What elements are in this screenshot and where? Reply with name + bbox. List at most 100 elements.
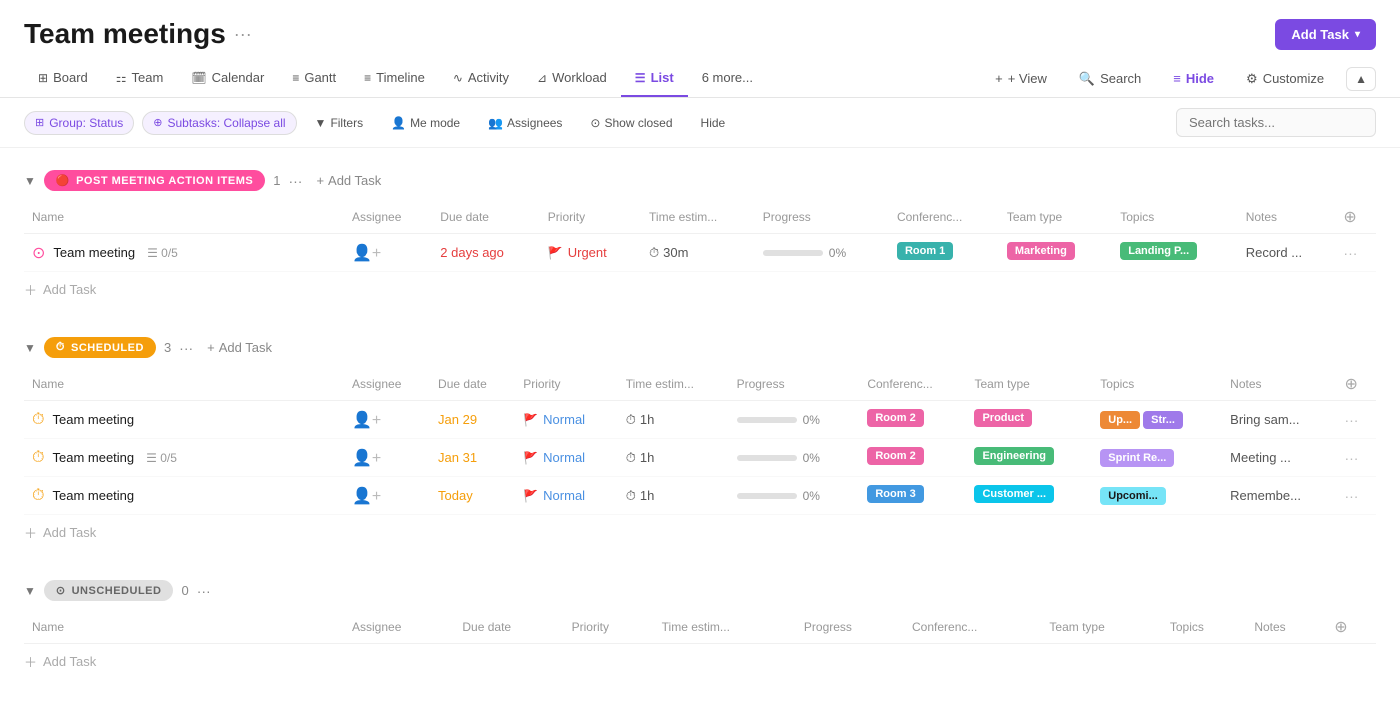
due-date: 2 days ago xyxy=(440,245,504,260)
hourglass-icon: ⏱ xyxy=(626,488,636,504)
assignee-button[interactable]: 👤+ xyxy=(352,245,381,262)
tab-timeline[interactable]: ≡ Timeline xyxy=(350,60,439,97)
group-status-chip[interactable]: ⊞ Group: Status xyxy=(24,111,134,135)
page-title-menu[interactable]: ··· xyxy=(234,24,252,45)
show-closed-button[interactable]: ⊙ Show closed xyxy=(580,112,682,134)
plus-icon: + xyxy=(995,71,1003,86)
task-status-icon[interactable]: ⊙ xyxy=(32,243,45,263)
task-status-icon[interactable]: ⏱ xyxy=(32,449,44,467)
col-topics-u: Topics xyxy=(1162,611,1246,644)
section-dots-unscheduled[interactable]: ··· xyxy=(197,583,211,599)
timeline-icon: ≡ xyxy=(364,71,371,85)
task-table-unscheduled: Name Assignee Due date Priority Time est… xyxy=(24,611,1376,644)
customize-button[interactable]: ⚙ Customize xyxy=(1236,63,1334,95)
row-menu[interactable]: ··· xyxy=(1344,412,1358,428)
section-add-scheduled[interactable]: + Add Task xyxy=(201,338,278,357)
assignees-button[interactable]: 👥 Assignees xyxy=(478,112,572,134)
task-status-icon[interactable]: ⏱ xyxy=(32,487,44,505)
tab-board[interactable]: ⊞ Board xyxy=(24,60,102,97)
conference-tag: Room 3 xyxy=(867,485,923,503)
tab-workload[interactable]: ⊿ Workload xyxy=(523,60,621,97)
subtasks-chip[interactable]: ⊕ Subtasks: Collapse all xyxy=(142,111,296,135)
topic-tag: Up... xyxy=(1100,411,1140,429)
section-unscheduled-header: ▼ ⊙ UNSCHEDULED 0 ··· xyxy=(24,574,1376,607)
view-button[interactable]: + + View xyxy=(985,63,1057,94)
section-add-post-meeting[interactable]: + Add Task xyxy=(310,171,387,190)
list-icon: ☰ xyxy=(635,71,646,85)
add-column-button-s[interactable]: ⊕ xyxy=(1344,376,1357,393)
add-column-button-u[interactable]: ⊕ xyxy=(1334,619,1347,636)
row-menu[interactable]: ··· xyxy=(1344,488,1358,504)
progress-cell: 0% xyxy=(737,489,852,503)
filters-button[interactable]: ▼ Filters xyxy=(305,112,374,134)
section-toggle-post-meeting[interactable]: ▼ xyxy=(24,174,36,188)
closed-icon: ⊙ xyxy=(590,116,600,130)
hide-button[interactable]: ≡ Hide xyxy=(1163,63,1224,94)
me-mode-button[interactable]: 👤 Me mode xyxy=(381,112,470,134)
col-progress-s: Progress xyxy=(729,368,860,401)
hide-fields-button[interactable]: Hide xyxy=(691,112,736,134)
flag-icon: 🚩 xyxy=(523,451,538,465)
due-date: Jan 29 xyxy=(438,412,477,427)
section-toggle-unscheduled[interactable]: ▼ xyxy=(24,584,36,598)
col-assignee: Assignee xyxy=(344,201,432,234)
col-topics: Topics xyxy=(1112,201,1237,234)
time-estimate: ⏱ 1h xyxy=(626,488,721,504)
table-row: ⏱ Team meeting 👤+ Jan 29 🚩 Normal xyxy=(24,401,1376,439)
task-subtask-count: ☰ 0/5 xyxy=(146,451,177,465)
filter-icon: ▼ xyxy=(315,116,327,130)
section-badge-scheduled: ⏱ SCHEDULED xyxy=(44,337,156,358)
search-button[interactable]: 🔍 Search xyxy=(1069,63,1151,95)
add-column-button[interactable]: ⊕ xyxy=(1343,209,1356,226)
filter-bar: ⊞ Group: Status ⊕ Subtasks: Collapse all… xyxy=(0,98,1400,148)
search-input[interactable] xyxy=(1176,108,1376,137)
col-time-estimate: Time estim... xyxy=(641,201,755,234)
page-title: Team meetings xyxy=(24,18,226,50)
tab-calendar[interactable]: 🗓 Calendar xyxy=(177,60,278,97)
progress-cell: 0% xyxy=(737,413,852,427)
priority-cell: 🚩 Normal xyxy=(523,412,609,427)
col-name-u: Name xyxy=(24,611,344,644)
add-task-row-scheduled[interactable]: ＋ Add Task xyxy=(24,515,1376,550)
activity-icon: ∿ xyxy=(453,71,463,85)
task-name[interactable]: Team meeting xyxy=(52,488,134,503)
collapse-button[interactable]: ▲ xyxy=(1346,67,1376,91)
flag-icon: 🚩 xyxy=(523,413,538,427)
assignee-button[interactable]: 👤+ xyxy=(352,450,381,467)
add-task-row-unscheduled[interactable]: ＋ Add Task xyxy=(24,644,1376,679)
time-estimate: ⏱ 1h xyxy=(626,412,721,428)
hourglass-icon: ⏱ xyxy=(626,412,636,428)
task-name[interactable]: Team meeting xyxy=(52,412,134,427)
team-type-tag: Customer ... xyxy=(974,485,1054,503)
col-notes: Notes xyxy=(1238,201,1336,234)
add-task-button[interactable]: Add Task ▾ xyxy=(1275,19,1376,50)
row-menu[interactable]: ··· xyxy=(1344,450,1358,466)
col-name-s: Name xyxy=(24,368,344,401)
row-menu[interactable]: ··· xyxy=(1343,245,1357,261)
section-dots-post-meeting[interactable]: ··· xyxy=(288,173,302,189)
conference-tag: Room 2 xyxy=(867,447,923,465)
notes-cell: Remembe... xyxy=(1230,488,1301,503)
task-name[interactable]: Team meeting xyxy=(53,245,135,260)
add-task-row-post-meeting[interactable]: ＋ Add Task xyxy=(24,272,1376,307)
tab-more[interactable]: 6 more... xyxy=(688,60,767,97)
tab-list[interactable]: ☰ List xyxy=(621,60,688,97)
nav-tabs: ⊞ Board ⚏ Team 🗓 Calendar ≡ Gantt ≡ Time… xyxy=(0,60,1400,98)
col-due-date-u: Due date xyxy=(454,611,563,644)
col-assignee-u: Assignee xyxy=(344,611,454,644)
tab-activity[interactable]: ∿ Activity xyxy=(439,60,523,97)
assignee-button[interactable]: 👤+ xyxy=(352,488,381,505)
flag-icon: 🚩 xyxy=(523,489,538,503)
tab-team[interactable]: ⚏ Team xyxy=(102,60,178,97)
task-subtask-count: ☰ 0/5 xyxy=(147,246,178,260)
tab-gantt[interactable]: ≡ Gantt xyxy=(278,60,350,97)
task-status-icon[interactable]: ⏱ xyxy=(32,411,44,429)
task-name[interactable]: Team meeting xyxy=(52,450,134,465)
table-row: ⏱ Team meeting ☰ 0/5 👤+ Jan 31 🚩 Normal xyxy=(24,439,1376,477)
notes-cell: Record ... xyxy=(1246,245,1302,260)
section-dots-scheduled[interactable]: ··· xyxy=(179,340,193,356)
me-icon: 👤 xyxy=(391,116,406,130)
section-toggle-scheduled[interactable]: ▼ xyxy=(24,341,36,355)
topics-cell: Upcomi... xyxy=(1100,487,1214,505)
assignee-button[interactable]: 👤+ xyxy=(352,412,381,429)
